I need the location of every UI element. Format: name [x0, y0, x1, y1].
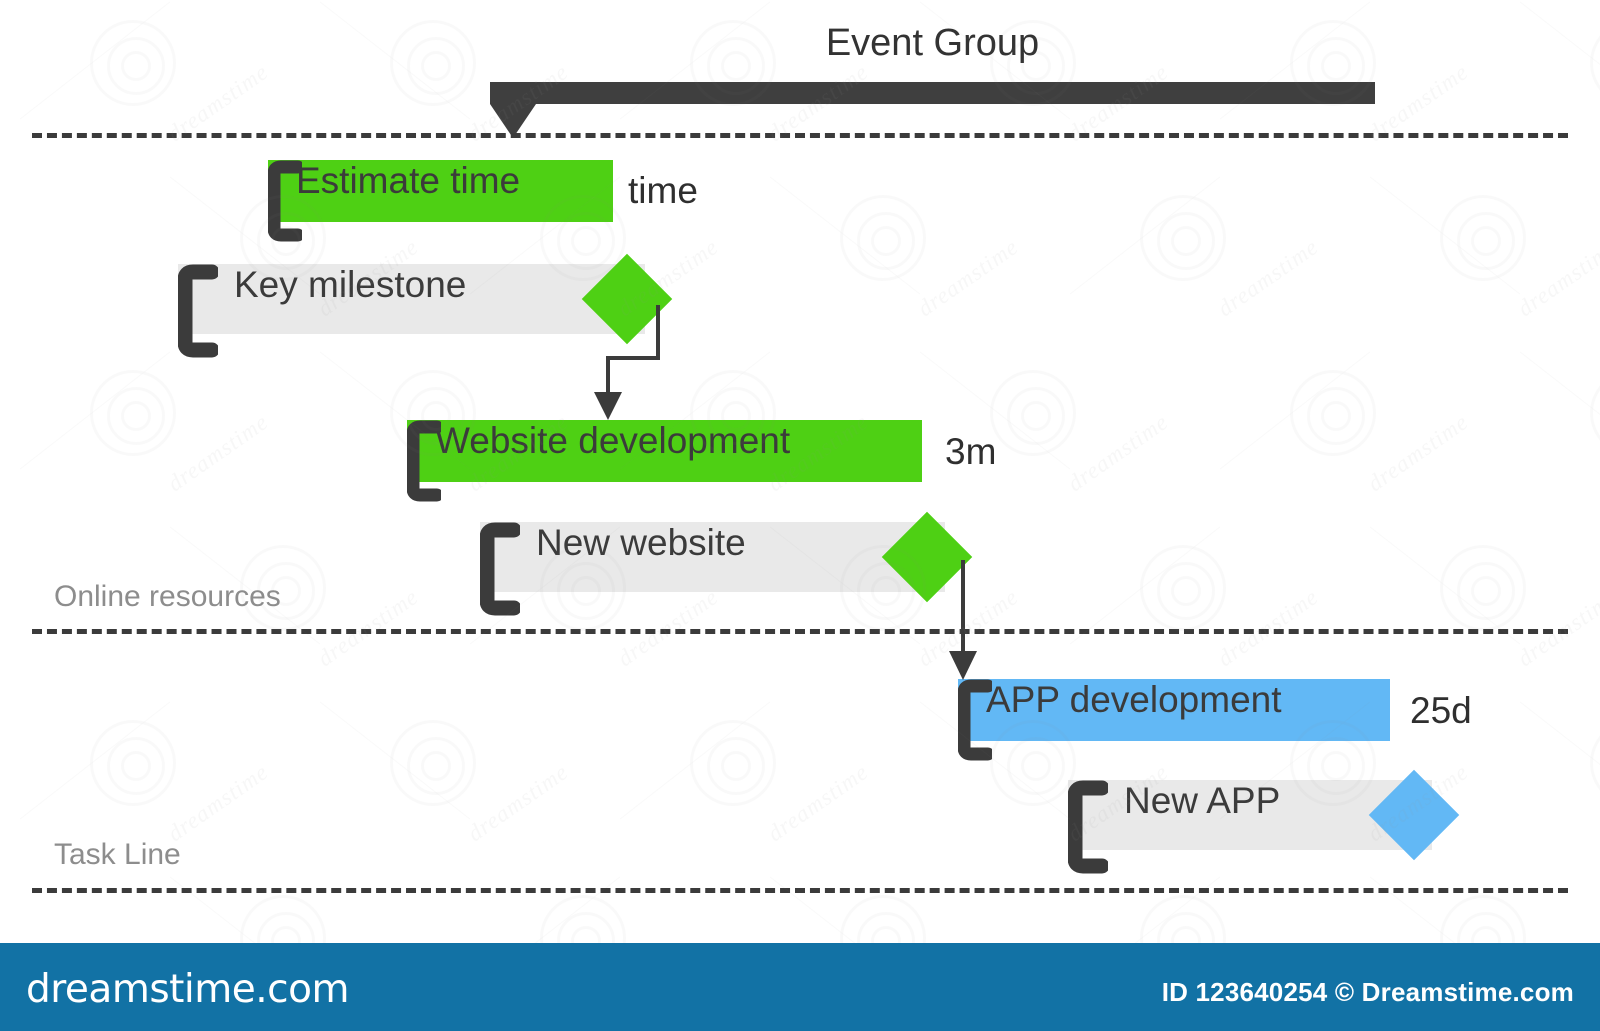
- gantt-bar-label: Estimate time: [296, 160, 521, 201]
- swimlane-label-task-line: Task Line: [54, 838, 181, 871]
- gantt-duration-app-development: 25d: [1410, 690, 1472, 731]
- gantt-duration-website-development: 3m: [945, 431, 997, 472]
- gantt-bar-new-app[interactable]: New APP: [1068, 769, 1460, 874]
- gantt-bar-label: New website: [536, 522, 746, 563]
- gantt-bar-new-website[interactable]: New website: [480, 511, 973, 616]
- gantt-bar-label: APP development: [986, 679, 1282, 720]
- bar-bracket-icon: [958, 679, 992, 761]
- gantt-chart-image: dreamstime dreamstime dreamstime dreamstime…: [0, 0, 1600, 1031]
- gantt-bar-label: New APP: [1124, 780, 1281, 821]
- gantt-chart: Event Group Online resources Task Line E…: [0, 0, 1600, 931]
- summary-bar-event-group: [490, 82, 1375, 138]
- gantt-duration-estimate-time: time: [628, 170, 698, 211]
- bar-bracket-icon: [1068, 780, 1108, 874]
- dreamstime-logo: dreamstime.com: [26, 967, 349, 1012]
- image-id-text: ID 123640254 © Dreamstime.com: [1161, 977, 1574, 1007]
- gantt-bar-label: Website development: [435, 420, 791, 461]
- dependency-arrow-key-milestone-to-website-development: [594, 300, 720, 425]
- swimlane-label-online-resources: Online resources: [54, 580, 281, 613]
- gantt-bar-label: Key milestone: [234, 264, 467, 305]
- bar-bracket-icon: [480, 522, 520, 616]
- gantt-bar-app-development[interactable]: APP development: [958, 679, 1390, 761]
- gantt-bar-website-development[interactable]: Website development: [407, 420, 922, 502]
- dreamstime-logo-text: dreamstime.com: [26, 967, 349, 1012]
- dependency-arrow-new-website-to-app-development: [945, 558, 1005, 683]
- summary-bar-title: Event Group: [825, 22, 1040, 64]
- lane-divider-top: [32, 133, 1568, 138]
- bar-bracket-icon: [407, 420, 441, 502]
- gantt-bar-key-milestone[interactable]: Key milestone: [178, 253, 673, 358]
- gantt-bar-estimate-time[interactable]: Estimate time: [268, 160, 613, 242]
- bar-bracket-icon: [178, 264, 218, 358]
- lane-divider-online-resources: [32, 629, 1568, 634]
- bar-bracket-icon: [268, 160, 302, 242]
- lane-divider-task-line: [32, 888, 1568, 893]
- stock-photo-footer-bar: dreamstime.com ID 123640254 © Dreamstime…: [0, 943, 1600, 1031]
